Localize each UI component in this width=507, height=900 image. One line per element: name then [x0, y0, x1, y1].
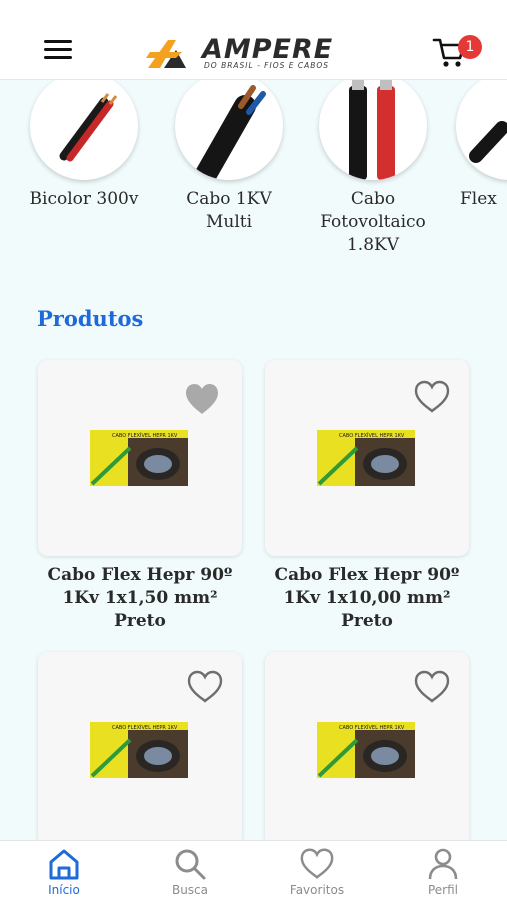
- product-card[interactable]: CABO FLEXÍVEL HEPR 1KV Cabo Flex Hepr 90…: [265, 360, 469, 633]
- product-thumbnail: CABO FLEXÍVEL HEPR 1KV: [317, 430, 415, 486]
- product-thumbnail: CABO FLEXÍVEL HEPR 1KV: [317, 722, 415, 778]
- svg-text:CABO FLEXÍVEL HEPR 1KV: CABO FLEXÍVEL HEPR 1KV: [112, 724, 178, 731]
- product-card[interactable]: CABO FLEXÍVEL HEPR 1KV Cabo Flex Hepr 90…: [38, 360, 242, 633]
- category-cabo-fotovoltaico[interactable]: Cabo Fotovoltaico 1.8KV: [308, 80, 438, 257]
- category-label: Cabo 1KV Multi: [186, 189, 272, 232]
- product-thumbnail: CABO FLEXÍVEL HEPR 1KV: [90, 722, 188, 778]
- nav-label: Favoritos: [289, 883, 345, 897]
- category-bicolor[interactable]: Bicolor 300v: [19, 80, 149, 211]
- nav-perfil[interactable]: Perfil: [398, 845, 488, 897]
- section-title-produtos: Produtos: [37, 306, 144, 331]
- svg-text:CABO FLEXÍVEL HEPR 1KV: CABO FLEXÍVEL HEPR 1KV: [112, 432, 178, 439]
- category-image: [319, 80, 427, 180]
- cart-count-badge: 1: [458, 35, 482, 59]
- menu-line: [44, 56, 72, 59]
- menu-line: [44, 40, 72, 43]
- svg-text:CABO FLEXÍVEL HEPR 1KV: CABO FLEXÍVEL HEPR 1KV: [339, 432, 405, 439]
- favorite-heart-outline-icon[interactable]: [186, 670, 224, 704]
- product-image-card[interactable]: CABO FLEXÍVEL HEPR 1KV: [265, 652, 469, 848]
- heart-icon: [300, 848, 334, 880]
- svg-text:CABO FLEXÍVEL HEPR 1KV: CABO FLEXÍVEL HEPR 1KV: [339, 724, 405, 731]
- ampere-logo-mark-icon: [146, 40, 186, 68]
- nav-label: Perfil: [427, 883, 459, 897]
- nav-busca[interactable]: Busca: [145, 845, 235, 897]
- product-name: Cabo Flex Hepr 90º 1Kv 1x1,50 mm² Preto: [47, 565, 233, 631]
- app-header: AMPERE DO BRASIL - FIOS E CABOS 1: [0, 0, 507, 80]
- category-label: Cabo Fotovoltaico 1.8KV: [320, 189, 426, 255]
- search-icon: [175, 849, 206, 880]
- category-label: Bicolor 300v: [29, 189, 139, 209]
- category-flex[interactable]: Flex: [452, 80, 507, 211]
- product-card[interactable]: CABO FLEXÍVEL HEPR 1KV: [38, 652, 242, 848]
- product-name: Cabo Flex Hepr 90º 1Kv 1x10,00 mm² Preto: [274, 565, 460, 631]
- home-icon: [49, 849, 79, 880]
- category-image: [30, 80, 138, 180]
- brand-tagline: DO BRASIL - FIOS E CABOS: [204, 61, 330, 70]
- solar-cable-image: [349, 80, 395, 180]
- hamburger-menu-button[interactable]: [44, 40, 72, 62]
- category-label: Flex: [460, 189, 497, 209]
- red-black-wire-image: [59, 93, 118, 162]
- favorite-heart-filled-icon[interactable]: [183, 382, 221, 416]
- category-image: [456, 80, 507, 180]
- favorite-heart-outline-icon[interactable]: [413, 380, 451, 414]
- product-thumbnail: CABO FLEXÍVEL HEPR 1KV: [90, 430, 188, 486]
- category-image: [175, 80, 283, 180]
- menu-line: [44, 48, 72, 51]
- category-carousel[interactable]: Bicolor 300v Cabo 1KV Multi Cabo Fotovol…: [0, 80, 507, 270]
- product-image-card[interactable]: CABO FLEXÍVEL HEPR 1KV: [265, 360, 469, 556]
- bottom-navigation: Início Busca Favoritos Perfil: [0, 840, 507, 900]
- nav-inicio[interactable]: Início: [19, 845, 109, 897]
- product-card[interactable]: CABO FLEXÍVEL HEPR 1KV: [265, 652, 469, 848]
- nav-label: Busca: [171, 883, 209, 897]
- product-image-card[interactable]: CABO FLEXÍVEL HEPR 1KV: [38, 360, 242, 556]
- flex-cable-image: [469, 121, 507, 163]
- category-cabo-1kv-multi[interactable]: Cabo 1KV Multi: [164, 80, 294, 234]
- black-multi-cable-image: [194, 85, 266, 180]
- nav-label: Início: [48, 883, 80, 897]
- user-icon: [428, 848, 458, 880]
- product-image-card[interactable]: CABO FLEXÍVEL HEPR 1KV: [38, 652, 242, 848]
- nav-favoritos[interactable]: Favoritos: [272, 845, 362, 897]
- ampere-logo[interactable]: AMPERE DO BRASIL - FIOS E CABOS: [146, 32, 366, 74]
- favorite-heart-outline-icon[interactable]: [413, 670, 451, 704]
